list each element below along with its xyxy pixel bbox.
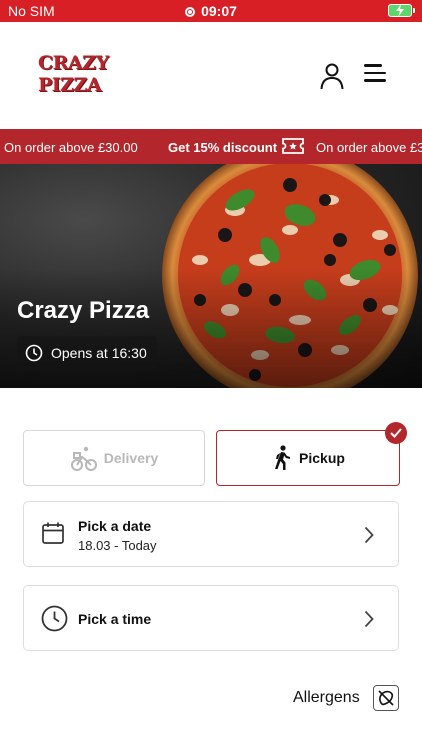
ticket-icon — [282, 138, 304, 154]
screen-record-icon — [185, 7, 196, 17]
logo-line-1: CRAZY — [38, 52, 109, 74]
chevron-right-icon — [364, 526, 374, 544]
pickup-label: Pickup — [299, 450, 345, 466]
pickup-option[interactable]: Pickup — [216, 430, 400, 486]
chevron-right-icon — [364, 610, 374, 628]
selected-check-icon — [385, 422, 407, 444]
delivery-label: Delivery — [103, 450, 159, 466]
pick-date-value: 18.03 - Today — [78, 538, 157, 553]
app-header: CRAZY PIZZA — [0, 22, 422, 129]
restaurant-hero: Crazy Pizza Opens at 16:30 — [0, 164, 422, 388]
user-icon — [320, 63, 344, 90]
pick-time-label: Pick a time — [78, 611, 152, 627]
promo-text-right: On order above £30 — [316, 140, 422, 155]
walking-person-icon — [275, 445, 291, 470]
promo-text-left: On order above £30.00 — [4, 140, 138, 155]
opening-time: Opens at 16:30 — [51, 345, 147, 361]
status-bar: No SIM 09:07 — [0, 0, 422, 22]
calendar-icon — [42, 522, 64, 544]
clock-icon — [25, 344, 43, 362]
battery-icon — [388, 4, 415, 17]
allergens-label[interactable]: Allergens — [293, 689, 360, 707]
hero-shade — [0, 268, 422, 388]
clock-time: 09:07 — [201, 3, 237, 19]
opening-hours-badge: Opens at 16:30 — [17, 336, 157, 370]
restaurant-name: Crazy Pizza — [17, 297, 150, 324]
promo-discount: Get 15% discount — [168, 140, 278, 155]
allergen-icon — [378, 690, 394, 706]
hamburger-icon — [364, 64, 390, 82]
delivery-option[interactable]: Delivery — [23, 430, 205, 486]
promo-banner[interactable]: On order above £30.00 Get 15% discount O… — [0, 129, 422, 164]
pick-time-row[interactable]: Pick a time — [23, 585, 399, 651]
pick-date-label: Pick a date — [78, 518, 152, 534]
clock: 09:07 — [0, 3, 422, 19]
logo-line-2: PIZZA — [38, 74, 102, 96]
crazy-pizza-logo[interactable]: CRAZY PIZZA — [38, 52, 109, 96]
pick-date-row[interactable]: Pick a date 18.03 - Today — [23, 501, 399, 567]
clock-icon — [41, 605, 68, 632]
account-button[interactable] — [318, 62, 346, 90]
menu-button[interactable] — [364, 64, 390, 88]
bicycle-icon — [70, 446, 97, 471]
allergens-button[interactable] — [373, 685, 399, 711]
